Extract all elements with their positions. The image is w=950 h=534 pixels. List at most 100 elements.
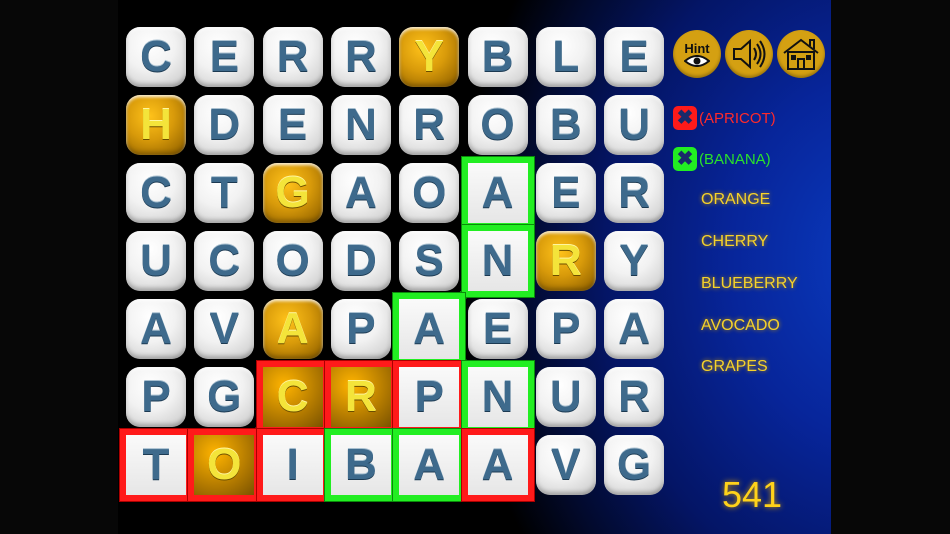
- tile-letter: Y: [414, 32, 444, 81]
- letter-tile[interactable]: G: [262, 163, 323, 223]
- tile-letter: E: [209, 32, 239, 81]
- letter-tile[interactable]: O: [467, 95, 528, 155]
- letter-tile[interactable]: N: [467, 367, 528, 427]
- letter-tile[interactable]: R: [399, 95, 460, 155]
- letter-tile[interactable]: U: [126, 231, 186, 291]
- letter-tile[interactable]: Y: [399, 27, 460, 87]
- letter-tile[interactable]: O: [399, 163, 460, 223]
- letter-tile[interactable]: A: [126, 299, 186, 359]
- found-mark-icon: ✖: [673, 147, 697, 171]
- letter-tile[interactable]: B: [535, 95, 596, 155]
- tile-letter: G: [275, 168, 310, 217]
- tile-letter: R: [618, 372, 650, 421]
- tile-letter: V: [551, 440, 581, 489]
- found-word-label: (BANANA): [699, 150, 771, 168]
- word-orange: ORANGE: [701, 191, 771, 208]
- tile-letter: U: [618, 100, 650, 149]
- tile-letter: G: [207, 372, 242, 421]
- letter-tile[interactable]: R: [604, 163, 665, 223]
- letter-tile[interactable]: R: [330, 27, 391, 87]
- tile-letter: C: [276, 372, 309, 421]
- letter-tile[interactable]: D: [194, 95, 255, 155]
- letter-tile[interactable]: A: [604, 299, 665, 359]
- tile-letter: I: [286, 440, 299, 489]
- letter-tile[interactable]: N: [467, 231, 528, 291]
- tile-letter: B: [481, 32, 514, 81]
- letter-tile[interactable]: I: [262, 435, 323, 495]
- tile-letter: O: [207, 440, 242, 489]
- found-word-banana: ✖ (BANANA): [673, 147, 771, 171]
- word-blueberry: BLUEBERRY: [701, 275, 798, 292]
- tile-letter: E: [482, 304, 513, 353]
- letter-tile[interactable]: A: [330, 163, 391, 223]
- letter-tile[interactable]: Y: [604, 231, 665, 291]
- tile-letter: D: [208, 100, 241, 149]
- letter-tile[interactable]: E: [262, 95, 323, 155]
- letter-tile[interactable]: S: [399, 231, 460, 291]
- letter-tile[interactable]: U: [535, 367, 596, 427]
- tile-letter: T: [210, 168, 238, 217]
- tile-letter: B: [549, 100, 582, 149]
- letter-tile[interactable]: R: [535, 231, 596, 291]
- letter-tile[interactable]: O: [262, 231, 323, 291]
- letter-tile[interactable]: P: [399, 367, 460, 427]
- letter-tile[interactable]: N: [330, 95, 391, 155]
- letter-tile[interactable]: B: [330, 435, 391, 495]
- letter-tile[interactable]: C: [262, 367, 323, 427]
- tile-letter: R: [345, 372, 377, 421]
- letter-tile[interactable]: R: [262, 27, 323, 87]
- hint-button[interactable]: Hint: [673, 30, 721, 78]
- letter-grid: CERRYBLEHDENROBUCTGAOAERUCODSNRYAVAPAEPA…: [118, 0, 678, 534]
- letter-tile[interactable]: A: [467, 435, 528, 495]
- tile-letter: U: [549, 372, 582, 421]
- tile-letter: E: [619, 32, 649, 81]
- letter-tile[interactable]: A: [399, 435, 460, 495]
- tile-letter: Y: [619, 236, 649, 285]
- letter-tile[interactable]: D: [330, 231, 391, 291]
- letter-tile[interactable]: A: [399, 299, 460, 359]
- eye-icon: [684, 54, 710, 67]
- letter-tile[interactable]: E: [194, 27, 255, 87]
- tile-letter: A: [140, 304, 172, 353]
- found-word-apricot: ✖ (APRICOT): [673, 106, 776, 130]
- letter-tile[interactable]: O: [194, 435, 255, 495]
- wrong-mark-icon: ✖: [673, 106, 697, 130]
- word-grapes: GRAPES: [701, 358, 768, 375]
- game-board-area: CERRYBLEHDENROBUCTGAOAERUCODSNRYAVAPAEPA…: [118, 0, 831, 534]
- sound-button[interactable]: [725, 30, 773, 78]
- letter-tile[interactable]: R: [330, 367, 391, 427]
- letter-tile[interactable]: E: [467, 299, 528, 359]
- letter-tile[interactable]: A: [467, 163, 528, 223]
- tile-letter: C: [208, 236, 241, 285]
- tile-letter: D: [345, 236, 377, 285]
- tile-letter: P: [141, 372, 171, 421]
- tile-letter: R: [413, 100, 446, 149]
- letter-tile[interactable]: G: [604, 435, 665, 495]
- tile-letter: L: [552, 32, 580, 81]
- letter-tile[interactable]: T: [194, 163, 255, 223]
- tile-letter: C: [140, 168, 172, 217]
- home-button[interactable]: [777, 30, 825, 78]
- letter-tile[interactable]: P: [330, 299, 391, 359]
- letter-tile[interactable]: G: [194, 367, 255, 427]
- letter-tile[interactable]: C: [126, 27, 186, 87]
- letter-tile[interactable]: P: [126, 367, 186, 427]
- tile-letter: G: [616, 440, 652, 489]
- letter-tile[interactable]: E: [604, 27, 665, 87]
- letter-tile[interactable]: A: [262, 299, 323, 359]
- tile-letter: E: [551, 168, 581, 217]
- letter-tile[interactable]: V: [194, 299, 255, 359]
- letter-tile[interactable]: C: [194, 231, 255, 291]
- letter-tile[interactable]: C: [126, 163, 186, 223]
- letter-tile[interactable]: V: [535, 435, 596, 495]
- letter-tile[interactable]: T: [126, 435, 186, 495]
- letter-tile[interactable]: L: [535, 27, 596, 87]
- letter-tile[interactable]: H: [126, 95, 186, 155]
- letter-tile[interactable]: P: [535, 299, 596, 359]
- tile-letter: N: [481, 372, 514, 421]
- letter-tile[interactable]: U: [604, 95, 665, 155]
- letter-tile[interactable]: R: [604, 367, 665, 427]
- letter-tile[interactable]: B: [467, 27, 528, 87]
- found-word-label: (APRICOT): [699, 109, 776, 127]
- letter-tile[interactable]: E: [535, 163, 596, 223]
